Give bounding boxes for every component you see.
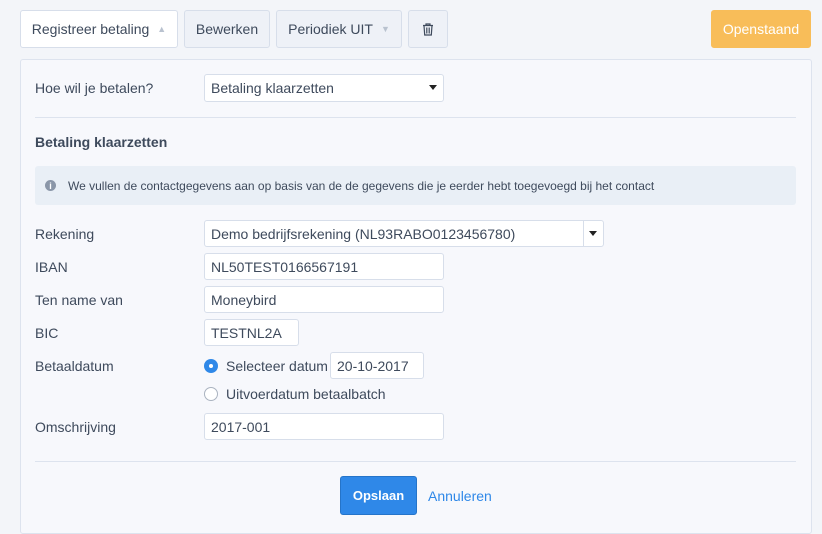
account-label: Rekening	[35, 226, 95, 242]
radio-select-date[interactable]	[204, 359, 218, 373]
date-value: 20-10-2017	[337, 357, 409, 374]
periodic-label: Periodiek UIT	[288, 21, 373, 37]
trash-icon	[423, 22, 433, 36]
iban-label: IBAN	[35, 259, 68, 275]
divider	[35, 117, 796, 118]
register-payment-button[interactable]: Registreer betaling ▲	[20, 10, 178, 48]
iban-input[interactable]: NL50TEST0166567191	[204, 253, 444, 280]
status-badge[interactable]: Openstaand	[711, 10, 811, 48]
bic-value: TESTNL2A	[211, 324, 282, 341]
name-value: Moneybird	[211, 291, 277, 308]
cancel-link[interactable]: Annuleren	[428, 488, 492, 504]
caret-down-icon: ▼	[380, 24, 390, 34]
description-value: 2017-001	[211, 418, 271, 435]
delete-button[interactable]	[408, 10, 448, 48]
section-title: Betaling klaarzetten	[35, 134, 168, 150]
payment-method-value: Betaling klaarzetten	[211, 80, 334, 96]
info-box: i We vullen de contactgegevens aan op ba…	[35, 166, 796, 205]
dropdown-arrow-icon	[429, 85, 437, 90]
edit-button[interactable]: Bewerken	[184, 10, 270, 48]
account-value: Demo bedrijfsrekening (NL93RABO012345678…	[211, 225, 516, 242]
description-label: Omschrijving	[35, 419, 116, 435]
date-label: Betaaldatum	[35, 358, 114, 374]
date-input[interactable]: 20-10-2017	[330, 352, 424, 379]
iban-value: NL50TEST0166567191	[211, 258, 359, 275]
radio-dot	[209, 364, 213, 368]
save-button[interactable]: Opslaan	[340, 476, 417, 515]
payment-method-select[interactable]: Betaling klaarzetten	[204, 74, 444, 102]
info-icon: i	[45, 180, 56, 191]
radio-batch-date[interactable]	[204, 387, 218, 401]
account-select[interactable]: Demo bedrijfsrekening (NL93RABO012345678…	[204, 220, 604, 247]
dropdown-arrow-icon	[589, 231, 597, 236]
select-separator	[583, 221, 584, 246]
how-label: Hoe wil je betalen?	[35, 80, 154, 96]
divider	[35, 461, 796, 462]
edit-label: Bewerken	[195, 21, 259, 37]
periodic-button[interactable]: Periodiek UIT ▼	[276, 10, 402, 48]
radio-batch-label: Uitvoerdatum betaalbatch	[226, 386, 386, 402]
status-label: Openstaand	[722, 21, 800, 37]
description-input[interactable]: 2017-001	[204, 413, 444, 440]
name-label: Ten name van	[35, 292, 123, 308]
info-text: We vullen de contactgegevens aan op basi…	[68, 178, 655, 193]
caret-up-icon: ▲	[157, 24, 167, 34]
bic-input[interactable]: TESTNL2A	[204, 319, 299, 346]
register-payment-label: Registreer betaling	[31, 21, 150, 37]
name-input[interactable]: Moneybird	[204, 286, 444, 313]
radio-select-date-label: Selecteer datum	[226, 358, 328, 374]
bic-label: BIC	[35, 325, 59, 341]
